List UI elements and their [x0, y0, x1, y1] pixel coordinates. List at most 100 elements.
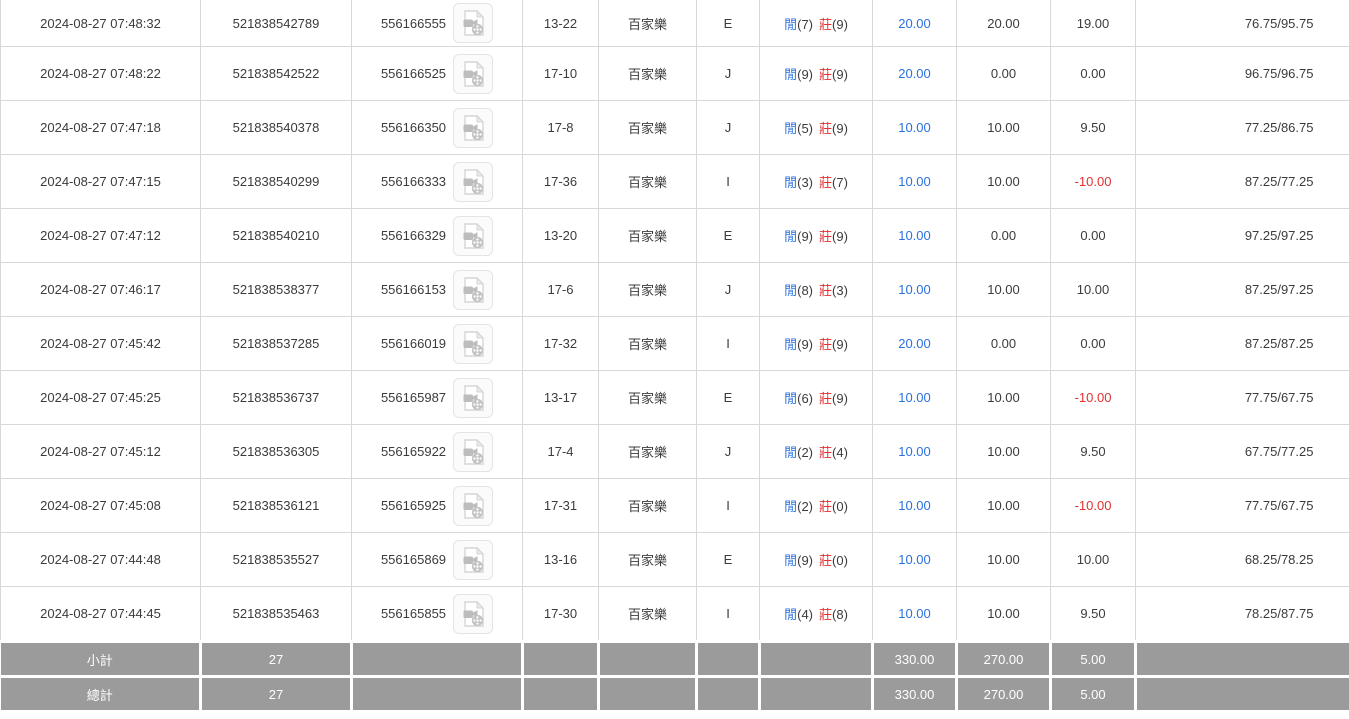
subtotal-empty-cell [1136, 642, 1349, 677]
subtotal-empty-cell [523, 642, 599, 677]
cell-game-id: 556165925 [352, 479, 523, 533]
video-file-icon [460, 276, 486, 304]
cell-valid-amount: 0.00 [957, 209, 1051, 263]
cell-bet-time: 2024-08-27 07:47:12 [1, 209, 201, 263]
cell-bet-id: 521838535527 [201, 533, 352, 587]
video-file-icon [460, 438, 486, 466]
table-row: 2024-08-27 07:46:17 521838538377 5561661… [1, 263, 1349, 317]
bet-amount-link[interactable]: 10.00 [898, 282, 931, 297]
total-empty-cell [697, 677, 760, 713]
video-replay-button[interactable] [453, 486, 493, 526]
video-replay-button[interactable] [453, 540, 493, 580]
player-result-score: (2) [797, 445, 813, 460]
bet-amount-link[interactable]: 10.00 [898, 444, 931, 459]
video-replay-button[interactable] [453, 324, 493, 364]
player-result-label: 閒 [784, 445, 797, 460]
subtotal-row: 小計 27 330.00 270.00 5.00 [1, 642, 1349, 677]
video-replay-button[interactable] [453, 108, 493, 148]
cell-valid-amount: 10.00 [957, 263, 1051, 317]
cell-bet-amount: 10.00 [873, 587, 957, 642]
banker-result-label: 莊 [819, 229, 832, 244]
video-replay-button[interactable] [453, 432, 493, 472]
cell-balance: 77.25/86.75 [1136, 101, 1349, 155]
cell-bet-id: 521838542522 [201, 47, 352, 101]
cell-seat: E [697, 533, 760, 587]
player-result-score: (2) [797, 499, 813, 514]
bet-amount-link[interactable]: 10.00 [898, 228, 931, 243]
game-id: 556165855 [381, 606, 446, 621]
player-result-label: 閒 [784, 499, 797, 514]
player-result-score: (9) [797, 553, 813, 568]
banker-result-score: (8) [832, 607, 848, 622]
cell-balance: 68.25/78.25 [1136, 533, 1349, 587]
cell-table-number: 17-6 [523, 263, 599, 317]
cell-game-result: 閒(5)莊(9) [760, 101, 873, 155]
subtotal-empty-cell [599, 642, 697, 677]
bet-amount-link[interactable]: 10.00 [898, 390, 931, 405]
cell-game-type: 百家樂 [599, 317, 697, 371]
player-result-label: 閒 [784, 17, 797, 32]
total-empty-cell [523, 677, 599, 713]
cell-table-number: 13-16 [523, 533, 599, 587]
cell-bet-id: 521838537285 [201, 317, 352, 371]
cell-win-loss: 0.00 [1051, 47, 1136, 101]
video-replay-button[interactable] [453, 378, 493, 418]
cell-bet-time: 2024-08-27 07:47:15 [1, 155, 201, 209]
banker-result-score: (0) [832, 499, 848, 514]
cell-table-number: 17-36 [523, 155, 599, 209]
table-row: 2024-08-27 07:48:22 521838542522 5561665… [1, 47, 1349, 101]
banker-result-score: (9) [832, 17, 848, 32]
cell-table-number: 17-4 [523, 425, 599, 479]
cell-game-result: 閒(7)莊(9) [760, 0, 873, 47]
cell-win-loss: 9.50 [1051, 425, 1136, 479]
cell-valid-amount: 10.00 [957, 533, 1051, 587]
bet-amount-link[interactable]: 20.00 [898, 336, 931, 351]
cell-balance: 96.75/96.75 [1136, 47, 1349, 101]
cell-seat: J [697, 101, 760, 155]
bet-amount-link[interactable]: 20.00 [898, 66, 931, 81]
bet-amount-link[interactable]: 10.00 [898, 552, 931, 567]
bet-amount-link[interactable]: 10.00 [898, 174, 931, 189]
cell-valid-amount: 10.00 [957, 425, 1051, 479]
cell-game-type: 百家樂 [599, 209, 697, 263]
player-result-label: 閒 [784, 391, 797, 406]
bet-amount-link[interactable]: 10.00 [898, 120, 931, 135]
cell-seat: J [697, 47, 760, 101]
cell-game-type: 百家樂 [599, 479, 697, 533]
video-replay-button[interactable] [453, 594, 493, 634]
subtotal-win-loss: 5.00 [1051, 642, 1136, 677]
cell-bet-time: 2024-08-27 07:44:48 [1, 533, 201, 587]
banker-result-label: 莊 [819, 121, 832, 136]
cell-game-id: 556165922 [352, 425, 523, 479]
cell-win-loss: -10.00 [1051, 155, 1136, 209]
video-replay-button[interactable] [453, 270, 493, 310]
player-result-score: (8) [797, 283, 813, 298]
player-result-label: 閒 [784, 175, 797, 190]
game-id: 556166153 [381, 282, 446, 297]
cell-bet-amount: 20.00 [873, 317, 957, 371]
video-replay-button[interactable] [453, 162, 493, 202]
player-result-label: 閒 [784, 121, 797, 136]
banker-result-label: 莊 [819, 283, 832, 298]
player-result-score: (9) [797, 337, 813, 352]
player-result-score: (6) [797, 391, 813, 406]
bet-amount-link[interactable]: 10.00 [898, 606, 931, 621]
player-result-label: 閒 [784, 229, 797, 244]
cell-bet-time: 2024-08-27 07:47:18 [1, 101, 201, 155]
cell-valid-amount: 10.00 [957, 587, 1051, 642]
video-file-icon [460, 60, 486, 88]
video-replay-button[interactable] [453, 3, 493, 43]
bet-amount-link[interactable]: 20.00 [898, 16, 931, 31]
cell-balance: 77.75/67.75 [1136, 371, 1349, 425]
cell-bet-amount: 10.00 [873, 533, 957, 587]
cell-table-number: 13-22 [523, 0, 599, 47]
video-file-icon [460, 114, 486, 142]
banker-result-score: (9) [832, 391, 848, 406]
cell-win-loss: 0.00 [1051, 317, 1136, 371]
total-row: 總計 27 330.00 270.00 5.00 [1, 677, 1349, 713]
video-replay-button[interactable] [453, 216, 493, 256]
banker-result-score: (9) [832, 229, 848, 244]
bet-amount-link[interactable]: 10.00 [898, 498, 931, 513]
video-replay-button[interactable] [453, 54, 493, 94]
banker-result-score: (3) [832, 283, 848, 298]
